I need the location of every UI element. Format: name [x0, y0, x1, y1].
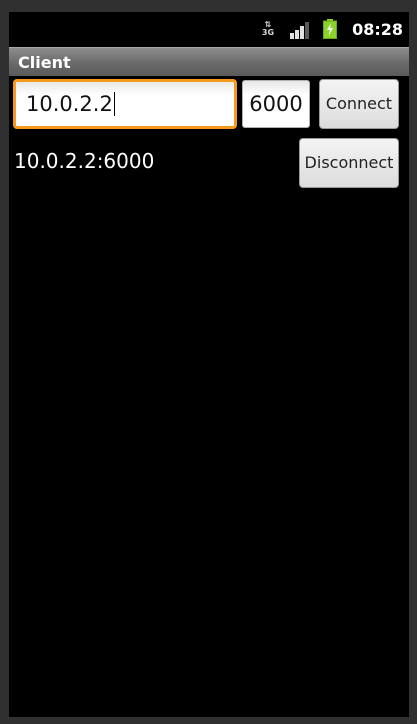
status-bar: ⇅ 3G 08:28: [9, 12, 409, 45]
status-clock: 08:28: [352, 20, 403, 39]
app-title-bar: Client: [9, 47, 409, 76]
host-input-value: 10.0.2.2: [26, 92, 113, 116]
port-input[interactable]: 6000: [242, 80, 310, 128]
text-cursor: [113, 91, 115, 116]
connection-address-label: 10.0.2.2:6000: [14, 149, 155, 173]
signal-strength-icon: [290, 22, 309, 39]
network-3g-icon: ⇅ 3G: [259, 21, 277, 39]
network-type-label: 3G: [261, 28, 275, 37]
disconnect-button[interactable]: Disconnect: [299, 138, 399, 188]
host-input[interactable]: 10.0.2.2: [13, 79, 237, 129]
device-screen: ⇅ 3G 08:28 Client 10.0.2.2 6000 Connect …: [9, 12, 409, 717]
app-title: Client: [18, 53, 71, 72]
battery-charging-icon: [323, 19, 337, 39]
connect-button[interactable]: Connect: [319, 79, 399, 129]
device-frame: ⇅ 3G 08:28 Client 10.0.2.2 6000 Connect …: [0, 0, 417, 724]
